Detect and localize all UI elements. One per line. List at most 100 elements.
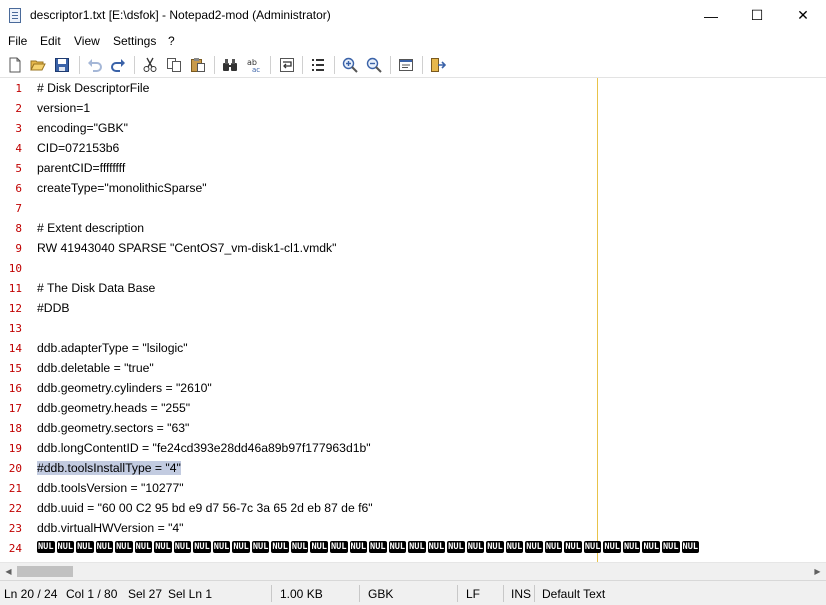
- nul-character: NUL: [329, 541, 348, 553]
- line-number[interactable]: 10: [0, 262, 22, 275]
- nul-character: NUL: [310, 541, 328, 553]
- line-number[interactable]: 1: [0, 82, 22, 95]
- line-number[interactable]: 5: [0, 162, 22, 175]
- menu-settings[interactable]: Settings: [113, 34, 156, 48]
- find-icon[interactable]: [221, 56, 239, 74]
- code-line[interactable]: ddb.geometry.heads = "255": [37, 401, 190, 415]
- menu-edit[interactable]: Edit: [40, 34, 61, 48]
- nul-character: NUL: [486, 541, 504, 553]
- scheme-icon[interactable]: [397, 56, 415, 74]
- nul-character: NUL: [115, 541, 133, 553]
- code-line[interactable]: ddb.geometry.sectors = "63": [37, 421, 189, 435]
- replace-icon[interactable]: ab ac: [245, 56, 263, 74]
- text-editor[interactable]: 1 2 3 4 5 6 7 8 9 10 11 12 13 14 15 16 17 18 19 20 21 22 23 24 …: [0, 78, 826, 562]
- scroll-left-icon[interactable]: ◀: [0, 563, 17, 580]
- line-number[interactable]: 9: [0, 242, 22, 255]
- new-file-icon[interactable]: [6, 56, 24, 74]
- menu-view[interactable]: View: [74, 34, 100, 48]
- nul-character: NUL: [369, 541, 387, 553]
- menu-file[interactable]: File: [8, 34, 27, 48]
- zoom-in-icon[interactable]: [341, 56, 359, 74]
- code-line[interactable]: ddb.adapterType = "lsilogic": [37, 341, 188, 355]
- code-line[interactable]: ddb.uuid = "60 00 C2 95 bd e9 d7 56-7c 3…: [37, 501, 373, 515]
- status-encoding[interactable]: GBK: [368, 587, 393, 601]
- nul-character: NUL: [525, 541, 543, 553]
- line-number[interactable]: 2: [0, 102, 22, 115]
- code-line[interactable]: # Extent description: [37, 221, 144, 235]
- status-scheme[interactable]: Default Text: [542, 587, 605, 601]
- line-number[interactable]: 6: [0, 182, 22, 195]
- line-number[interactable]: 3: [0, 122, 22, 135]
- toolbar: ab ac: [0, 52, 826, 78]
- undo-icon[interactable]: [86, 56, 104, 74]
- nul-character: NUL: [447, 541, 465, 553]
- code-line[interactable]: CID=072153b6: [37, 141, 119, 155]
- nul-character: NUL: [134, 541, 153, 553]
- line-number[interactable]: 23: [0, 522, 22, 535]
- save-icon[interactable]: [53, 56, 71, 74]
- line-number[interactable]: 12: [0, 302, 22, 315]
- line-number-gutter[interactable]: 1 2 3 4 5 6 7 8 9 10 11 12 13 14 15 16 17 18 19 20 21 22 23 24: [0, 78, 26, 562]
- code-line[interactable]: #DDB: [37, 301, 70, 315]
- line-number[interactable]: 13: [0, 322, 22, 335]
- redo-icon[interactable]: [109, 56, 127, 74]
- nul-character: NUL: [681, 541, 700, 553]
- nul-character: NUL: [37, 541, 55, 553]
- nul-character: NUL: [642, 541, 660, 553]
- scroll-right-icon[interactable]: ▶: [809, 563, 826, 580]
- code-line[interactable]: version=1: [37, 101, 90, 115]
- nul-character: NUL: [232, 541, 250, 553]
- code-line[interactable]: encoding="GBK": [37, 121, 128, 135]
- nul-character: NUL: [466, 541, 485, 553]
- minimize-button[interactable]: —: [688, 0, 734, 31]
- menu-help[interactable]: ?: [168, 34, 175, 48]
- line-number[interactable]: 22: [0, 502, 22, 515]
- status-line-ending[interactable]: LF: [466, 587, 480, 601]
- line-number[interactable]: 15: [0, 362, 22, 375]
- notepad-app-icon[interactable]: [9, 8, 21, 23]
- maximize-button[interactable]: ☐: [734, 0, 780, 31]
- nul-character-row[interactable]: NUL NUL NUL NUL NUL NUL NUL NUL NUL NUL NUL NUL NUL N…: [37, 541, 701, 553]
- line-number[interactable]: 24: [0, 542, 22, 555]
- line-number[interactable]: 18: [0, 422, 22, 435]
- scrollbar-thumb[interactable]: [17, 566, 73, 577]
- line-number[interactable]: 20: [0, 462, 22, 475]
- code-line[interactable]: parentCID=ffffffff: [37, 161, 125, 175]
- line-numbers-icon[interactable]: [309, 56, 327, 74]
- horizontal-scrollbar[interactable]: ◀ ▶: [0, 562, 826, 580]
- title-bar[interactable]: descriptor1.txt [E:\dsfok] - Notepad2-mo…: [0, 0, 826, 31]
- code-line[interactable]: ddb.longContentID = "fe24cd393e28dd46a89…: [37, 441, 371, 455]
- copy-icon[interactable]: [165, 56, 183, 74]
- code-line[interactable]: createType="monolithicSparse": [37, 181, 207, 195]
- nul-character: NUL: [56, 541, 75, 553]
- open-folder-icon[interactable]: [29, 56, 47, 74]
- code-line[interactable]: ddb.toolsVersion = "10277": [37, 481, 184, 495]
- status-selection: Sel 27: [128, 587, 163, 601]
- paste-icon[interactable]: [189, 56, 207, 74]
- code-line[interactable]: ddb.geometry.cylinders = "2610": [37, 381, 212, 395]
- code-line[interactable]: # The Disk Data Base: [37, 281, 155, 295]
- zoom-out-icon[interactable]: [365, 56, 383, 74]
- line-number[interactable]: 19: [0, 442, 22, 455]
- word-wrap-icon[interactable]: [278, 56, 296, 74]
- code-line[interactable]: ddb.deletable = "true": [37, 361, 154, 375]
- exit-icon[interactable]: [429, 56, 447, 74]
- close-button[interactable]: ✕: [780, 0, 826, 31]
- line-number[interactable]: 17: [0, 402, 22, 415]
- line-number[interactable]: 8: [0, 222, 22, 235]
- line-number[interactable]: 14: [0, 342, 22, 355]
- code-line[interactable]: RW 41943040 SPARSE "CentOS7_vm-disk1-cl1…: [37, 241, 336, 255]
- status-insert-mode[interactable]: INS: [511, 587, 531, 601]
- menu-bar: File Edit View Settings ?: [0, 31, 826, 52]
- line-number[interactable]: 21: [0, 482, 22, 495]
- cut-icon[interactable]: [141, 56, 159, 74]
- nul-character: NUL: [583, 541, 602, 553]
- selected-code-line[interactable]: #ddb.toolsInstallType = "4": [37, 461, 181, 475]
- line-number[interactable]: 16: [0, 382, 22, 395]
- nul-character: NUL: [193, 541, 211, 553]
- code-line[interactable]: ddb.virtualHWVersion = "4": [37, 521, 184, 535]
- line-number[interactable]: 11: [0, 282, 22, 295]
- line-number[interactable]: 4: [0, 142, 22, 155]
- code-line[interactable]: # Disk DescriptorFile: [37, 81, 149, 95]
- line-number[interactable]: 7: [0, 202, 22, 215]
